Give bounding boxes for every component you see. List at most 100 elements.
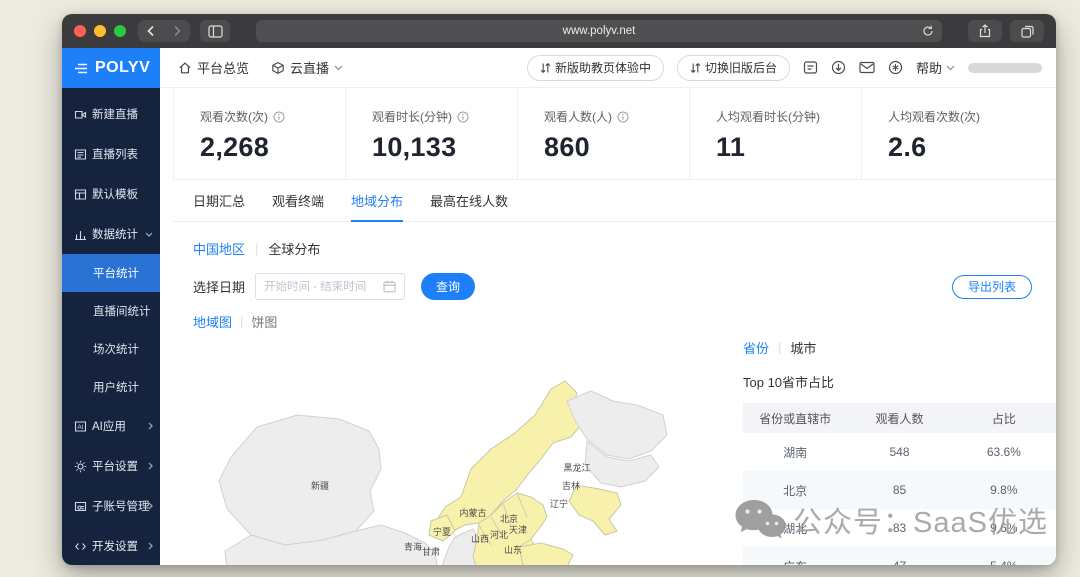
map-label: 黑龙江 (563, 462, 590, 473)
stat-value: 860 (544, 132, 590, 162)
sidebar-subitem[interactable]: 直播间统计 (62, 292, 160, 330)
stat-value: 11 (716, 132, 746, 162)
filter-row: 选择日期 查询 导出列表 (173, 258, 1056, 300)
tab-overview-button[interactable] (1010, 20, 1044, 42)
stat-label: 人均观看时长(分钟) (716, 110, 820, 124)
table-cell: 548 (889, 445, 910, 459)
nav-platform-overview[interactable]: 平台总览 (178, 58, 249, 77)
tab-item[interactable]: 观看终端 (272, 180, 324, 221)
map-region-liaoning (568, 484, 622, 536)
info-icon[interactable] (273, 111, 285, 123)
zoom-window-button[interactable] (114, 25, 126, 37)
stats-summary: 观看次数(次) 2,268 观看时长(分钟) 10,133 观看人数(人) 86… (173, 88, 1056, 180)
query-button[interactable]: 查询 (421, 273, 476, 300)
sidebar-item-label: AI应用 (92, 421, 126, 433)
sidebar-item[interactable]: AI AI应用 (62, 406, 160, 446)
nav-cloud-live[interactable]: 云直播 (271, 58, 343, 77)
table-cell: 9.8% (990, 483, 1018, 497)
sidebar-item-label: 开发设置 (92, 541, 138, 553)
table-cell: 湖北 (783, 521, 808, 536)
map-column: 地域图 | 饼图 新疆 内蒙古 黑龙江 吉林 辽宁 北京 天津 宁夏 山西 河北… (173, 312, 721, 565)
top-navigation: 平台总览 云直播 新版助教页体验中 切换旧版后台 帮助 (160, 48, 1056, 88)
ranking-panel: 省份 | 城市 Top 10省市占比 省份或直辖市 观看人数 占比 湖南 548 63.… (743, 312, 1056, 565)
sidebar-item-label: 默认模板 (92, 189, 138, 201)
tab-item[interactable]: 最高在线人数 (430, 180, 508, 221)
divider: | (255, 241, 259, 256)
help-menu[interactable]: 帮助 (916, 58, 955, 77)
sidebar-item[interactable]: 数据统计 (62, 214, 160, 254)
forward-button[interactable] (164, 20, 190, 42)
asterisk-circle-icon[interactable] (888, 60, 903, 75)
sidebar: 新建直播 直播列表 默认模板 数据统计 平台统计 直播间统计 场次统计 用户统计 AI… (62, 88, 160, 565)
sidebar-item[interactable]: 直播列表 (62, 134, 160, 174)
pie-view-link[interactable]: 饼图 (251, 312, 277, 331)
chrome-actions (968, 20, 1044, 42)
table-header-cell: 占比 (951, 403, 1056, 433)
table-row[interactable]: 湖南 548 63.6% (743, 433, 1056, 471)
map-label: 青海 (404, 541, 422, 552)
china-map[interactable]: 新疆内蒙古 黑龙江吉林辽宁北京天津 宁夏山西 河北青海 甘肃 山东 (173, 337, 713, 565)
history-nav (138, 20, 190, 42)
download-icon[interactable] (831, 60, 846, 75)
map-region-heilongjiang (566, 390, 668, 460)
browser-window: www.polyv.net POLYV 平台总览 云直播 新版助教页体验中 切换… (62, 14, 1056, 565)
sidebar-toggle-icon (207, 24, 223, 38)
calendar-icon[interactable] (383, 280, 396, 293)
address-bar[interactable]: www.polyv.net (256, 20, 942, 42)
back-button[interactable] (138, 20, 164, 42)
sidebar-item[interactable]: 子账号管理 (62, 486, 160, 526)
scope-global-link[interactable]: 全球分布 (268, 239, 320, 258)
city-link[interactable]: 城市 (790, 338, 816, 357)
table-cell: 47 (847, 547, 951, 565)
sidebar-subitem[interactable]: 场次统计 (62, 330, 160, 368)
sidebar-item-label: 子账号管理 (92, 501, 150, 513)
stat-card: 观看次数(次) 2,268 (173, 88, 345, 179)
reload-icon[interactable] (922, 25, 934, 37)
sidebar-subitem[interactable]: 用户统计 (62, 368, 160, 406)
info-icon[interactable] (457, 111, 469, 123)
sidebar-item[interactable]: 默认模板 (62, 174, 160, 214)
close-window-button[interactable] (74, 25, 86, 37)
date-range-input[interactable] (255, 273, 406, 300)
table-cell: 广东 (743, 547, 847, 566)
chevron-right-icon (148, 422, 153, 430)
switch-old-console-button[interactable]: 切换旧版后台 (676, 54, 790, 81)
info-icon[interactable] (617, 111, 629, 123)
table-row[interactable]: 北京 85 9.8% (743, 471, 1056, 509)
account-name-redacted[interactable] (968, 62, 1042, 73)
scope-china-link[interactable]: 中国地区 (193, 239, 245, 258)
minimize-window-button[interactable] (94, 25, 106, 37)
table-row[interactable]: 广东475.4% (743, 547, 1056, 565)
sidebar-item[interactable]: 平台设置 (62, 446, 160, 486)
chevron-right-icon (148, 502, 153, 510)
header-actions: 新版助教页体验中 切换旧版后台 帮助 (526, 54, 1042, 81)
table-header-cell: 观看人数 (847, 403, 952, 433)
export-list-button[interactable]: 导出列表 (951, 274, 1032, 299)
sidebar-item[interactable]: 开发设置 (62, 526, 160, 565)
province-link[interactable]: 省份 (743, 338, 769, 357)
docs-icon[interactable] (803, 60, 818, 75)
new-assistant-page-button[interactable]: 新版助教页体验中 (526, 54, 664, 81)
sub-account-icon (74, 500, 87, 513)
chevron-down-icon (145, 232, 153, 237)
nav-cloud-live-label: 云直播 (290, 61, 330, 76)
new-live-icon (74, 108, 87, 121)
date-range-field[interactable] (264, 280, 378, 293)
map-label: 山西 (471, 534, 489, 544)
map-view-link[interactable]: 地域图 (193, 312, 232, 331)
hamburger-menu-icon[interactable] (74, 63, 88, 74)
dev-settings-icon (74, 540, 87, 553)
polyv-logo: POLYV (95, 59, 151, 76)
mail-icon[interactable] (859, 61, 875, 74)
table-row[interactable]: 湖北 83 9.6% (743, 509, 1056, 547)
browser-chrome: www.polyv.net (62, 14, 1056, 48)
sidebar-item[interactable]: 新建直播 (62, 94, 160, 134)
map-region-shandong (518, 542, 574, 565)
tab-active[interactable]: 地域分布 (351, 180, 404, 222)
tab-item[interactable]: 日期汇总 (193, 180, 245, 221)
share-button[interactable] (968, 20, 1002, 42)
sidebar-toggle-button[interactable] (200, 20, 230, 42)
map-label: 天津 (509, 525, 527, 535)
sidebar-subitem[interactable]: 平台统计 (62, 254, 160, 292)
table-cell: 湖南 (783, 445, 808, 460)
